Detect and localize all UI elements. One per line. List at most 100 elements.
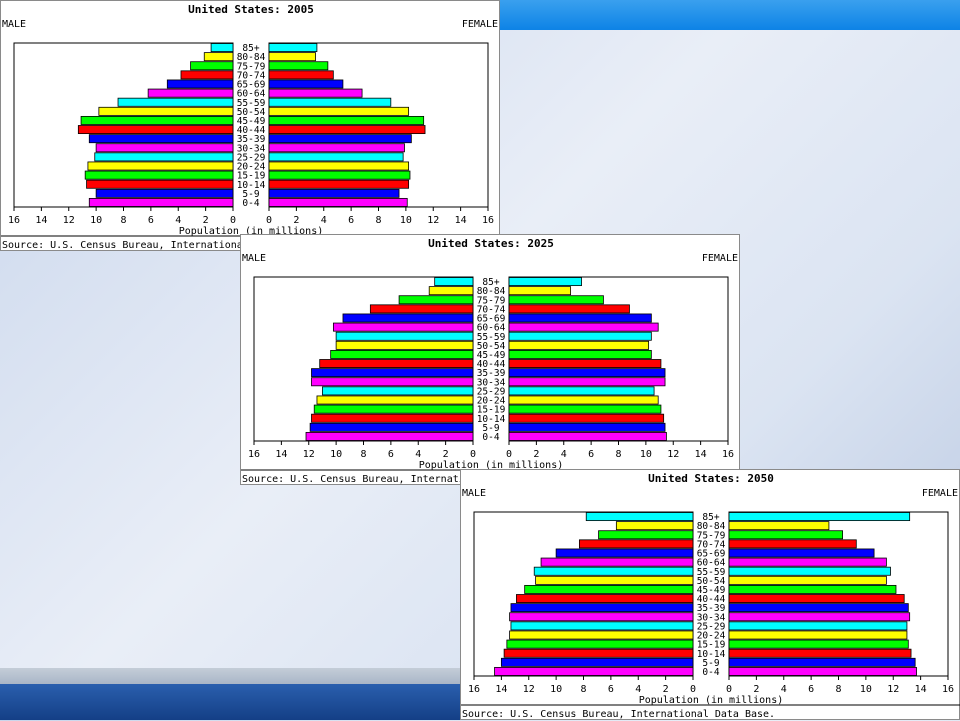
tick-label: 14 bbox=[495, 684, 507, 695]
left-label: MALE bbox=[462, 488, 486, 499]
pyramid-2025: United States: 2025 MALE FEMALE 85+ 80-84 75-… bbox=[240, 234, 741, 485]
age-group-label: 0-4 bbox=[242, 198, 259, 209]
tick-label: 0 bbox=[690, 684, 696, 695]
female-bar bbox=[728, 603, 909, 613]
female-bar bbox=[268, 161, 410, 171]
tick-label: 0 bbox=[470, 449, 476, 460]
tick-label: 6 bbox=[148, 215, 154, 226]
female-bar bbox=[728, 612, 911, 622]
male-bar bbox=[311, 368, 474, 378]
male-bar bbox=[210, 43, 234, 53]
female-bar bbox=[508, 368, 666, 378]
female-bar bbox=[268, 106, 410, 116]
female-bar bbox=[728, 530, 844, 540]
female-bar bbox=[728, 548, 875, 558]
male-bar bbox=[190, 61, 234, 71]
tick-label: 2 bbox=[293, 215, 299, 226]
female-bar bbox=[508, 286, 571, 296]
female-bar bbox=[728, 666, 917, 676]
female-bar bbox=[728, 630, 908, 640]
tick-label: 0 bbox=[266, 215, 272, 226]
male-bar bbox=[203, 52, 234, 62]
female-bar bbox=[268, 43, 318, 53]
female-bar bbox=[268, 134, 412, 144]
tick-label: 2 bbox=[203, 215, 209, 226]
female-bar bbox=[268, 88, 363, 98]
male-bar bbox=[95, 143, 234, 153]
tick-label: 2 bbox=[663, 684, 669, 695]
tick-label: 10 bbox=[860, 684, 872, 695]
tick-label: 8 bbox=[120, 215, 126, 226]
tick-label: 16 bbox=[468, 684, 480, 695]
female-bar bbox=[728, 566, 891, 576]
female-bar bbox=[728, 657, 916, 667]
female-bar bbox=[508, 431, 667, 441]
male-bar bbox=[88, 197, 234, 207]
female-bar bbox=[508, 331, 652, 341]
tick-label: 6 bbox=[388, 449, 394, 460]
male-bar bbox=[342, 313, 474, 323]
male-bar bbox=[434, 277, 474, 287]
tick-label: 10 bbox=[400, 215, 412, 226]
female-bar bbox=[268, 52, 316, 62]
male-bar bbox=[147, 88, 234, 98]
female-bar bbox=[508, 322, 659, 332]
male-bar bbox=[428, 286, 474, 296]
female-bar bbox=[508, 349, 652, 359]
tick-label: 12 bbox=[63, 215, 75, 226]
male-bar bbox=[500, 657, 694, 667]
female-bar bbox=[268, 70, 334, 80]
tick-label: 8 bbox=[360, 449, 366, 460]
tick-label: 4 bbox=[635, 684, 641, 695]
male-bar bbox=[494, 666, 694, 676]
female-bar bbox=[268, 79, 344, 89]
male-bar bbox=[598, 530, 694, 540]
male-bar bbox=[335, 331, 474, 341]
male-bar bbox=[540, 557, 694, 567]
female-bar bbox=[728, 639, 909, 649]
chart-title: United States: 2005 bbox=[188, 3, 314, 16]
tick-label: 2 bbox=[443, 449, 449, 460]
female-bar bbox=[508, 395, 659, 405]
tick-label: 8 bbox=[375, 215, 381, 226]
male-bar bbox=[585, 512, 694, 522]
male-bar bbox=[535, 575, 694, 585]
male-bar bbox=[313, 404, 474, 414]
age-group-label: 0-4 bbox=[702, 667, 719, 678]
male-bar bbox=[503, 648, 694, 658]
female-bar bbox=[508, 313, 652, 323]
tick-label: 14 bbox=[35, 215, 47, 226]
male-bar bbox=[369, 304, 474, 314]
tick-label: 16 bbox=[942, 684, 954, 695]
female-bar bbox=[728, 521, 830, 531]
male-bar bbox=[533, 566, 694, 576]
female-bar bbox=[508, 422, 666, 432]
tick-label: 8 bbox=[835, 684, 841, 695]
male-bar bbox=[506, 639, 694, 649]
tick-label: 12 bbox=[667, 449, 679, 460]
right-label: FEMALE bbox=[922, 488, 958, 499]
male-bar bbox=[88, 134, 234, 144]
title-bar-band bbox=[480, 0, 960, 30]
female-bar bbox=[268, 125, 426, 135]
tick-label: 16 bbox=[8, 215, 20, 226]
tick-label: 8 bbox=[580, 684, 586, 695]
tick-label: 4 bbox=[175, 215, 181, 226]
pyramid-2025-svg: United States: 2025MALE FEMALE85+80-8475-… bbox=[241, 237, 741, 485]
male-bar bbox=[95, 188, 234, 198]
tick-label: 10 bbox=[90, 215, 102, 226]
left-label: MALE bbox=[2, 19, 26, 30]
tick-label: 12 bbox=[303, 449, 315, 460]
chart-title: United States: 2025 bbox=[428, 237, 554, 250]
tick-label: 2 bbox=[753, 684, 759, 695]
male-bar bbox=[309, 422, 474, 432]
male-bar bbox=[330, 349, 474, 359]
female-bar bbox=[508, 377, 666, 387]
male-bar bbox=[524, 584, 694, 594]
female-bar bbox=[268, 143, 405, 153]
male-bar bbox=[332, 322, 474, 332]
tick-label: 8 bbox=[615, 449, 621, 460]
pyramid-2050: United States: 2050 MALE FEMALE 85+ 80-84 75-… bbox=[460, 469, 960, 720]
tick-label: 4 bbox=[321, 215, 327, 226]
tick-label: 2 bbox=[533, 449, 539, 460]
